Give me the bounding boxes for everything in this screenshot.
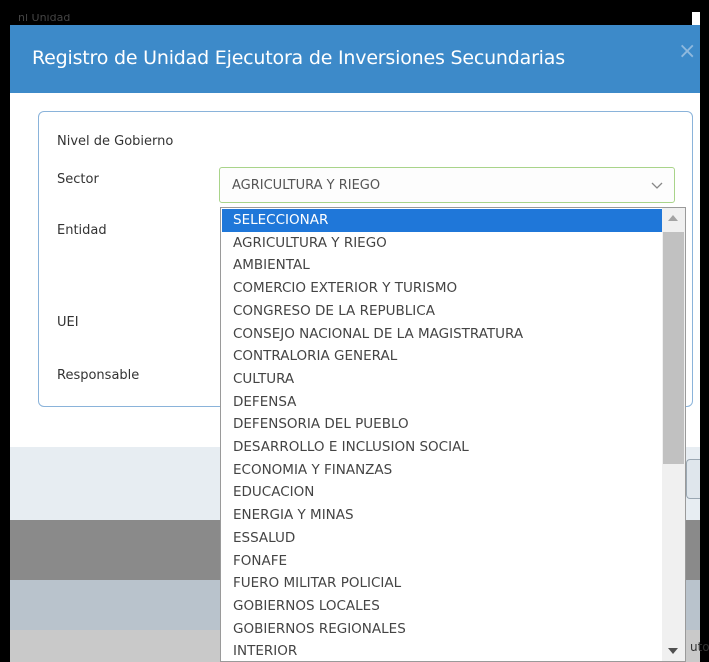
sector-label: Sector: [57, 172, 99, 187]
nivel-gobierno-label: Nivel de Gobierno: [57, 134, 174, 149]
dropdown-option[interactable]: GOBIERNOS REGIONALES: [222, 618, 662, 641]
sector-select[interactable]: AGRICULTURA Y RIEGO: [219, 167, 675, 203]
dropdown-option[interactable]: EDUCACION: [222, 481, 662, 504]
close-icon[interactable]: ×: [678, 39, 696, 64]
chevron-down-icon: [651, 182, 663, 189]
dropdown-option[interactable]: FONAFE: [222, 550, 662, 573]
dropdown-option[interactable]: CONGRESO DE LA REPUBLICA: [222, 300, 662, 323]
scrollbar[interactable]: [662, 208, 685, 661]
dropdown-option[interactable]: CONTRALORIA GENERAL: [222, 345, 662, 368]
dropdown-option[interactable]: SELECCIONAR: [222, 209, 662, 232]
dropdown-option[interactable]: ESSALUD: [222, 527, 662, 550]
dropdown-option[interactable]: INTERIOR: [222, 640, 662, 661]
dropdown-option[interactable]: GOBIERNOS LOCALES: [222, 595, 662, 618]
entidad-label: Entidad: [57, 223, 107, 238]
dropdown-option[interactable]: AGRICULTURA Y RIEGO: [222, 232, 662, 255]
responsable-label: Responsable: [57, 368, 140, 383]
dropdown-option[interactable]: COMERCIO EXTERIOR Y TURISMO: [222, 277, 662, 300]
dropdown-option[interactable]: CONSEJO NACIONAL DE LA MAGISTRATURA: [222, 323, 662, 346]
modal-header: Registro de Unidad Ejecutora de Inversio…: [10, 25, 700, 93]
dropdown-option[interactable]: AMBIENTAL: [222, 254, 662, 277]
dropdown-option[interactable]: DESARROLLO E INCLUSION SOCIAL: [222, 436, 662, 459]
dropdown-option[interactable]: CULTURA: [222, 368, 662, 391]
background-side-text: uto: [690, 640, 709, 654]
dropdown-option[interactable]: ENERGIA Y MINAS: [222, 504, 662, 527]
dropdown-option[interactable]: DEFENSA: [222, 391, 662, 414]
scroll-up-icon[interactable]: [668, 215, 678, 221]
sector-dropdown-list[interactable]: SELECCIONAR AGRICULTURA Y RIEGO AMBIENTAL C…: [220, 207, 686, 662]
dropdown-option[interactable]: DEFENSORIA DEL PUEBLO: [222, 413, 662, 436]
modal-title: Registro de Unidad Ejecutora de Inversio…: [32, 47, 565, 69]
footer-button[interactable]: [686, 459, 700, 499]
scrollbar-thumb[interactable]: [663, 232, 684, 464]
uei-label: UEI: [57, 315, 79, 330]
sector-select-value: AGRICULTURA Y RIEGO: [232, 178, 381, 193]
dropdown-option[interactable]: FUERO MILITAR POLICIAL: [222, 572, 662, 595]
scroll-down-icon[interactable]: [668, 648, 678, 654]
dropdown-option[interactable]: ECONOMIA Y FINANZAS: [222, 459, 662, 482]
